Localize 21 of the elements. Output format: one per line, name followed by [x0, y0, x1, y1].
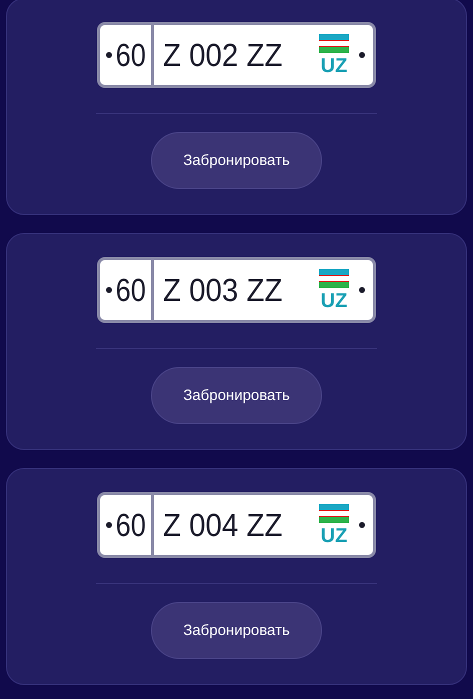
plate-region: 60 — [116, 272, 146, 308]
country-code: UZ — [320, 291, 348, 311]
dot-icon — [359, 287, 365, 293]
plate-region: 60 — [116, 506, 146, 544]
dot-icon — [359, 522, 365, 528]
country-code: UZ — [320, 56, 348, 76]
flag-icon — [319, 34, 349, 56]
dot-icon — [359, 52, 365, 58]
plate-number: Z 002 ZZ — [162, 36, 282, 74]
book-button[interactable]: Забронировать — [151, 132, 322, 189]
flag-icon — [319, 504, 349, 526]
plate-number: Z 004 ZZ — [162, 506, 282, 544]
dot-icon — [106, 52, 112, 58]
country-code: UZ — [320, 526, 348, 546]
book-button[interactable]: Забронировать — [151, 367, 322, 424]
dot-icon — [106, 522, 112, 528]
flag-icon — [319, 269, 349, 291]
book-button[interactable]: Забронировать — [151, 602, 322, 659]
dot-icon — [106, 287, 112, 293]
plate-number: Z 003 ZZ — [162, 272, 282, 308]
plate-region: 60 — [116, 36, 146, 74]
